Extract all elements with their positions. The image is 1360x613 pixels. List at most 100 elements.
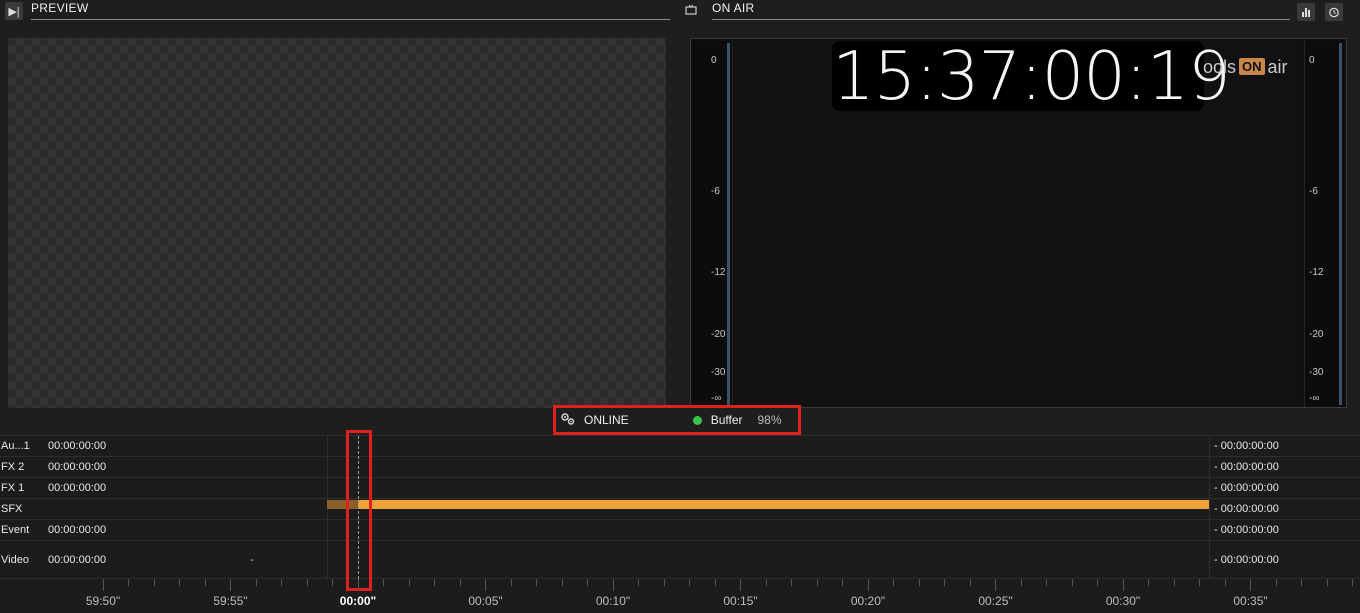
ruler-tick (893, 579, 894, 586)
vu-meter-bar (1339, 43, 1342, 405)
ruler-tick (1275, 579, 1277, 586)
online-indicator-dot (692, 415, 702, 425)
ruler-tick (1301, 579, 1302, 586)
vu-tick: -12 (1309, 267, 1324, 278)
ruler-tick (204, 579, 206, 586)
vu-tick: 0 (1309, 55, 1315, 66)
timeline[interactable]: Au...1 00:00:00:00 - 00:00:00:00 FX 2 00… (0, 430, 1360, 613)
ruler-tick (587, 579, 588, 586)
ruler-tick (791, 579, 792, 586)
ruler-tick (561, 579, 563, 586)
logo-suffix: air (1267, 57, 1288, 77)
ruler-tick (1148, 579, 1149, 586)
buffer-value: 98% (757, 413, 782, 427)
ruler-tick (536, 579, 537, 586)
ruler-tick (689, 579, 690, 586)
ruler-tick (459, 579, 461, 586)
track-row-fx1[interactable]: FX 1 00:00:00:00 - 00:00:00:00 (0, 478, 1360, 499)
vu-tick: -6 (711, 186, 720, 197)
play-glyph: ▶︎| (8, 5, 20, 18)
ruler-tick (1097, 579, 1098, 586)
track-name: Video (1, 554, 29, 566)
track-name: SFX (1, 503, 23, 515)
onair-header: ON AIR (680, 0, 1360, 22)
ruler-label: 00:10" (595, 594, 631, 608)
track-time: 00:00:00:00 (48, 482, 107, 494)
ruler-tick (638, 579, 639, 586)
vu-tick: 0 (711, 55, 717, 66)
ruler-tick (1224, 579, 1226, 586)
track-remaining-time: - 00:00:00:00 (1214, 482, 1279, 494)
ruler-tick (1046, 579, 1047, 586)
ruler-tick (1352, 579, 1353, 586)
playhead-highlight (346, 430, 372, 591)
ruler-tick (306, 579, 308, 586)
vu-tick: -12 (711, 267, 726, 278)
ruler-tick (510, 579, 512, 586)
track-time: 00:00:00:00 (48, 461, 107, 473)
time-ruler[interactable]: 59:50" 59:55" 00:00" 00:05" 00:10" 00:15" 00:2… (0, 579, 1360, 613)
preview-title: PREVIEW (31, 1, 670, 20)
ruler-tick (740, 579, 741, 591)
ruler-label: 59:50" (85, 594, 121, 608)
vu-meter-right: 0 -6 -12 -20 -30 -∞ (1304, 41, 1344, 407)
track-row-event[interactable]: Event 00:00:00:00 - 00:00:00:00 (0, 520, 1360, 541)
preview-canvas (8, 38, 666, 408)
track-remaining-time: - 00:00:00:00 (1214, 524, 1279, 536)
stats-chart-icon[interactable] (1297, 3, 1315, 21)
vu-tick: -6 (1309, 186, 1318, 197)
track-row-fx2[interactable]: FX 2 00:00:00:00 - 00:00:00:00 (0, 457, 1360, 478)
onair-title: ON AIR (712, 1, 1290, 20)
ruler-label: 00:20" (850, 594, 886, 608)
ruler-label: 00:25" (978, 594, 1013, 608)
vu-tick: -20 (1309, 329, 1324, 340)
vu-meter-bar (727, 43, 730, 405)
logo-on-badge: ON (1239, 58, 1265, 75)
ruler-tick (332, 579, 333, 586)
track-name: Event (1, 524, 30, 536)
play-to-end-icon[interactable]: ▶︎| (5, 2, 23, 20)
track-row-video[interactable]: Video 00:00:00:00 - - 00:00:00:00 (0, 541, 1360, 579)
track-name: Au...1 (1, 440, 30, 452)
track-row-audio[interactable]: Au...1 00:00:00:00 - 00:00:00:00 (0, 436, 1360, 457)
ruler-label: 00:30" (1105, 594, 1141, 608)
ruler-tick (714, 579, 716, 586)
gears-icon[interactable] (560, 412, 576, 429)
ruler-tick (1199, 579, 1200, 586)
ruler-tick (485, 579, 486, 591)
brand-logo: ools ON air (1203, 57, 1288, 78)
ruler-tick (1071, 579, 1073, 586)
vu-tick: -∞ (711, 393, 722, 404)
track-remaining-time: - 00:00:00:00 (1214, 461, 1279, 473)
track-remaining-time: - 00:00:00:00 (1214, 554, 1279, 566)
buffer-label: Buffer (710, 413, 743, 427)
ruler-tick (408, 579, 410, 586)
track-time: 00:00:00:00 (48, 440, 107, 452)
vu-tick: -30 (711, 367, 726, 378)
alarm-clock-icon[interactable] (1325, 3, 1343, 21)
ruler-tick (1326, 579, 1328, 586)
ruler-tick (612, 579, 614, 591)
logo-prefix: ools (1203, 57, 1237, 77)
ruler-tick (842, 579, 843, 586)
ruler-tick (663, 579, 665, 586)
vu-tick: -∞ (1309, 393, 1320, 404)
ruler-tick (383, 579, 384, 586)
ruler-label: 00:00" (339, 594, 377, 608)
track-extra: - (250, 554, 254, 566)
timecode-clock: 15:37:00:19 (832, 41, 1231, 115)
connection-status-bar: ONLINE Buffer 98% (553, 405, 801, 435)
ruler-tick (816, 579, 818, 586)
tv-icon (685, 4, 697, 19)
ruler-tick (765, 579, 767, 586)
sfx-clip[interactable] (327, 500, 1209, 509)
track-name: FX 2 (1, 461, 25, 473)
ruler-label: 00:15" (723, 594, 758, 608)
ruler-tick (995, 579, 996, 591)
ruler-tick (357, 579, 359, 591)
ruler-tick (1173, 579, 1175, 586)
ruler-tick (1020, 579, 1022, 586)
vu-tick: -20 (711, 329, 726, 340)
ruler-label: 00:35" (1233, 594, 1268, 608)
vu-tick: -30 (1309, 367, 1324, 378)
